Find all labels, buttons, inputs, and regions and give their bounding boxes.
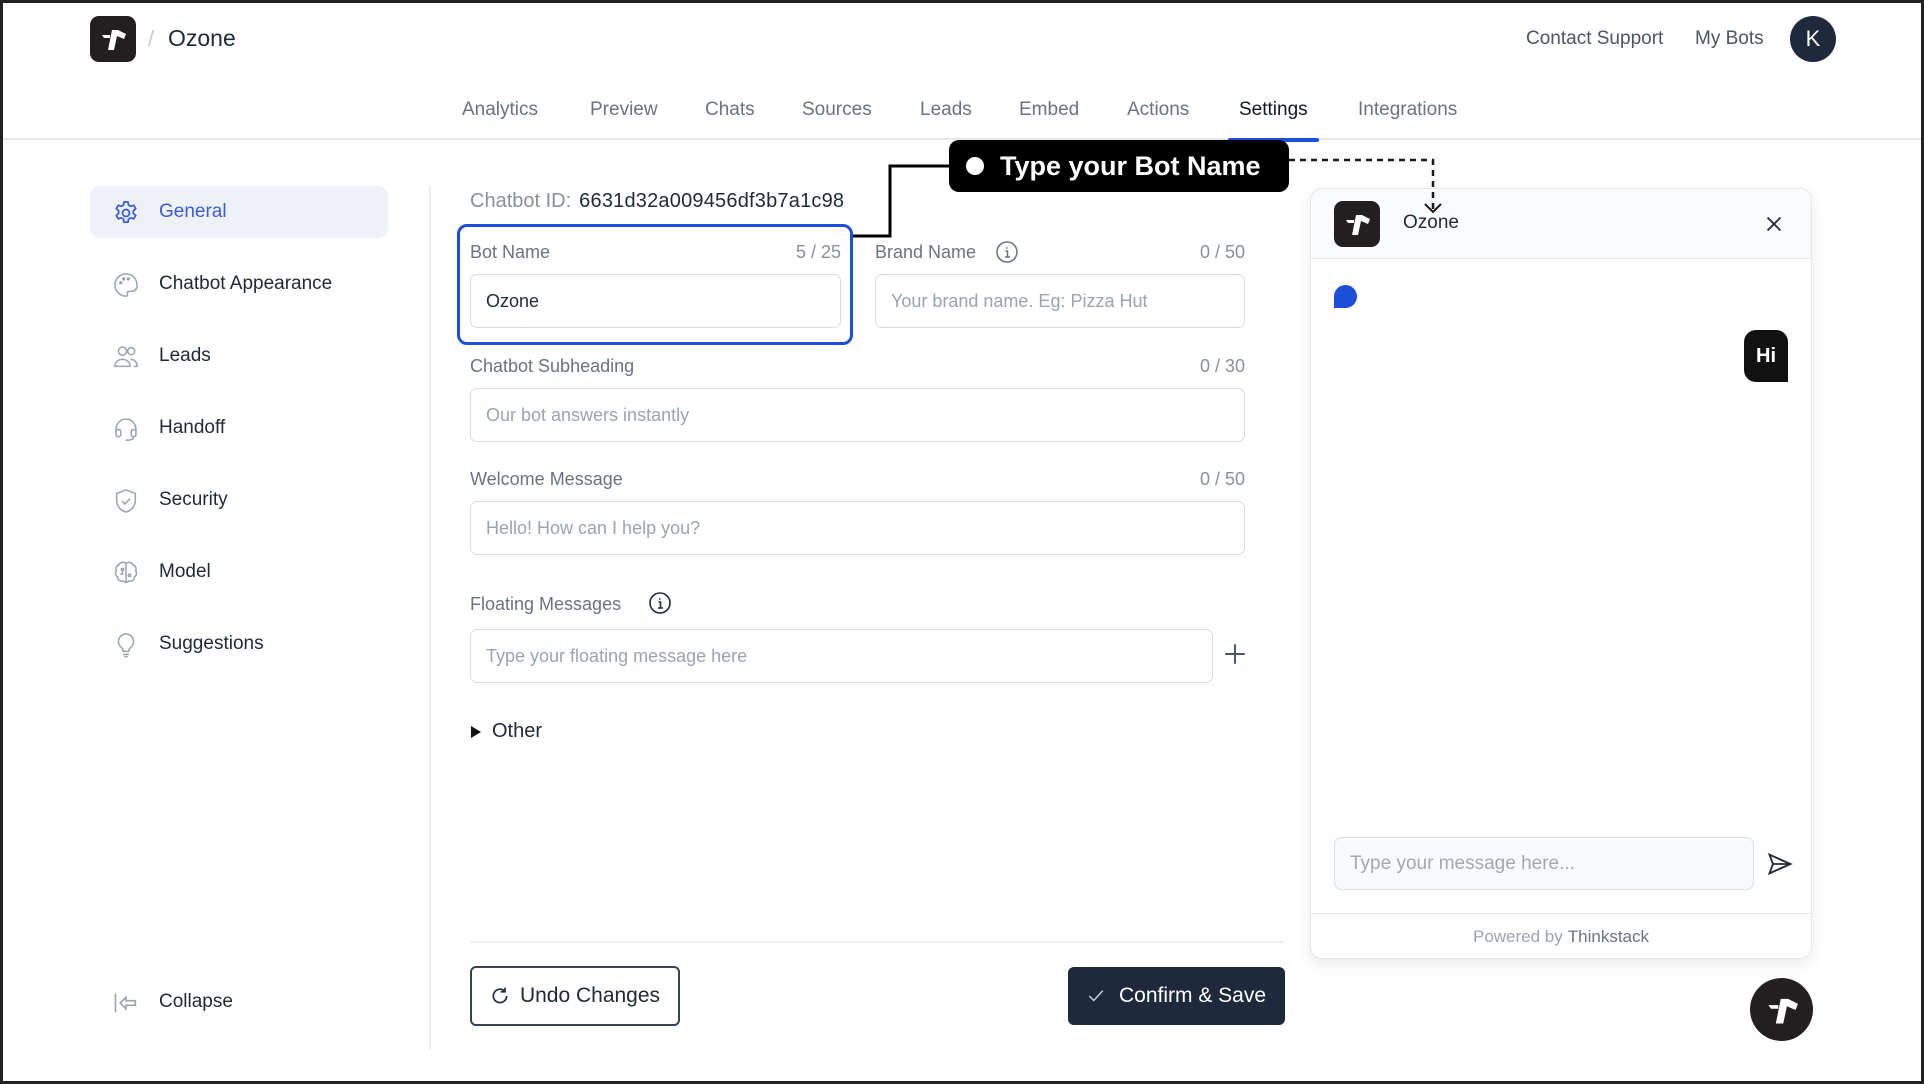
undo-changes-label: Undo Changes bbox=[519, 984, 661, 1007]
other-section-toggle[interactable]: Other bbox=[470, 720, 542, 743]
collapse-label: Collapse bbox=[159, 991, 233, 1012]
powered-by-text: Powered by bbox=[1472, 927, 1563, 946]
callout-connector-solid bbox=[853, 164, 950, 238]
floating-messages-label: Floating Messages bbox=[470, 594, 622, 614]
chat-preview-widget: Ozone Hi Powered by Thinkstack bbox=[1310, 188, 1812, 959]
sidebar-item-model[interactable]: Model bbox=[90, 546, 388, 598]
my-bots-link[interactable]: My Bots bbox=[1695, 28, 1764, 50]
sidebar-item-general[interactable]: General bbox=[90, 186, 388, 238]
collapse-button[interactable]: Collapse bbox=[90, 976, 388, 1028]
palette-icon bbox=[114, 273, 138, 297]
collapse-arrow-icon bbox=[114, 993, 137, 1013]
refresh-icon bbox=[492, 987, 508, 1004]
avatar[interactable]: K bbox=[1790, 16, 1836, 62]
undo-changes-button[interactable]: Undo Changes bbox=[470, 966, 680, 1026]
brand-name-input[interactable] bbox=[875, 274, 1245, 328]
chat-message-input[interactable] bbox=[1334, 837, 1754, 890]
info-icon[interactable] bbox=[648, 591, 672, 615]
sidebar-item-security[interactable]: Security bbox=[90, 474, 388, 526]
bot-name-counter: 5 / 25 bbox=[795, 242, 841, 262]
chat-bot-logo-icon bbox=[1334, 201, 1380, 247]
chatbot-id-label: Chatbot ID: bbox=[470, 190, 572, 212]
sidebar-item-label: Model bbox=[159, 561, 211, 582]
thinkstack-logo-icon bbox=[1765, 998, 1798, 1024]
send-icon[interactable] bbox=[1766, 850, 1794, 878]
chat-header: Ozone bbox=[1311, 189, 1811, 259]
sidebar-item-chatbot-appearance[interactable]: Chatbot Appearance bbox=[90, 258, 388, 310]
add-floating-message-icon[interactable] bbox=[1222, 641, 1248, 667]
bot-name-label: Bot Name bbox=[470, 242, 551, 262]
bot-typing-indicator bbox=[1334, 285, 1357, 308]
tab-settings[interactable]: Settings bbox=[1228, 99, 1319, 142]
tab-embed[interactable]: Embed bbox=[1019, 99, 1079, 140]
tab-analytics[interactable]: Analytics bbox=[462, 99, 538, 140]
subheading-label: Chatbot Subheading bbox=[470, 356, 635, 376]
lightbulb-icon bbox=[117, 633, 135, 658]
contact-support-link[interactable]: Contact Support bbox=[1526, 28, 1663, 50]
tab-actions[interactable]: Actions bbox=[1127, 99, 1189, 140]
brand-name-label: Brand Name bbox=[875, 242, 977, 262]
tab-leads[interactable]: Leads bbox=[920, 99, 972, 140]
tab-integrations[interactable]: Integrations bbox=[1358, 99, 1457, 140]
thinkstack-logo-icon[interactable] bbox=[90, 16, 136, 62]
tab-sources[interactable]: Sources bbox=[802, 99, 872, 140]
main-tabs: Analytics Preview Chats Sources Leads Em… bbox=[0, 96, 1924, 142]
welcome-message-label: Welcome Message bbox=[470, 469, 623, 489]
subheading-counter: 0 / 30 bbox=[1199, 356, 1245, 376]
callout-bullet-icon bbox=[966, 157, 984, 175]
breadcrumb-separator: / bbox=[148, 26, 155, 51]
callout-text: Type your Bot Name bbox=[1000, 150, 1261, 181]
sidebar-item-label: Leads bbox=[159, 345, 211, 366]
gear-icon bbox=[115, 201, 137, 223]
subheading-input[interactable] bbox=[470, 388, 1245, 442]
sidebar-item-suggestions[interactable]: Suggestions bbox=[90, 618, 388, 670]
chat-title: Ozone bbox=[1403, 212, 1459, 233]
floating-message-input[interactable] bbox=[470, 629, 1213, 683]
bot-name-input[interactable] bbox=[470, 274, 841, 328]
chatbot-id: Chatbot ID: 6631d32a009456df3b7a1c98 bbox=[470, 190, 844, 213]
sidebar-item-leads[interactable]: Leads bbox=[90, 330, 388, 382]
powered-by-footer: Powered by Thinkstack bbox=[1311, 913, 1811, 958]
shield-check-icon bbox=[115, 489, 137, 513]
headset-icon bbox=[115, 418, 137, 441]
info-icon[interactable] bbox=[995, 240, 1019, 264]
users-icon bbox=[114, 346, 138, 368]
footer-divider bbox=[470, 941, 1284, 943]
close-icon[interactable] bbox=[1763, 213, 1785, 235]
instruction-callout: Type your Bot Name bbox=[949, 140, 1289, 192]
tab-preview[interactable]: Preview bbox=[590, 99, 658, 140]
sidebar-divider bbox=[429, 186, 431, 1050]
brain-icon bbox=[114, 561, 138, 584]
other-label: Other bbox=[492, 720, 543, 742]
sidebar-item-label: Chatbot Appearance bbox=[159, 273, 333, 294]
user-message-bubble: Hi bbox=[1744, 330, 1788, 382]
sidebar-item-label: Suggestions bbox=[159, 633, 264, 654]
welcome-message-counter: 0 / 50 bbox=[1199, 469, 1245, 489]
confirm-save-label: Confirm & Save bbox=[1118, 984, 1267, 1007]
sidebar-item-label: General bbox=[159, 201, 227, 222]
app-name: Ozone bbox=[168, 25, 236, 51]
sidebar-item-handoff[interactable]: Handoff bbox=[90, 402, 388, 454]
chatbot-id-value: 6631d32a009456df3b7a1c98 bbox=[579, 190, 845, 212]
tab-chats[interactable]: Chats bbox=[705, 99, 755, 140]
confirm-save-button[interactable]: Confirm & Save bbox=[1068, 967, 1285, 1025]
powered-by-brand[interactable]: Thinkstack bbox=[1568, 927, 1649, 947]
caret-right-icon bbox=[471, 725, 481, 738]
check-icon bbox=[1088, 990, 1104, 1002]
welcome-message-input[interactable] bbox=[470, 501, 1245, 555]
sidebar-item-label: Handoff bbox=[159, 417, 226, 438]
brand-name-counter: 0 / 50 bbox=[1199, 242, 1245, 262]
sidebar-item-label: Security bbox=[159, 489, 228, 510]
chat-launcher-button[interactable] bbox=[1750, 978, 1813, 1041]
